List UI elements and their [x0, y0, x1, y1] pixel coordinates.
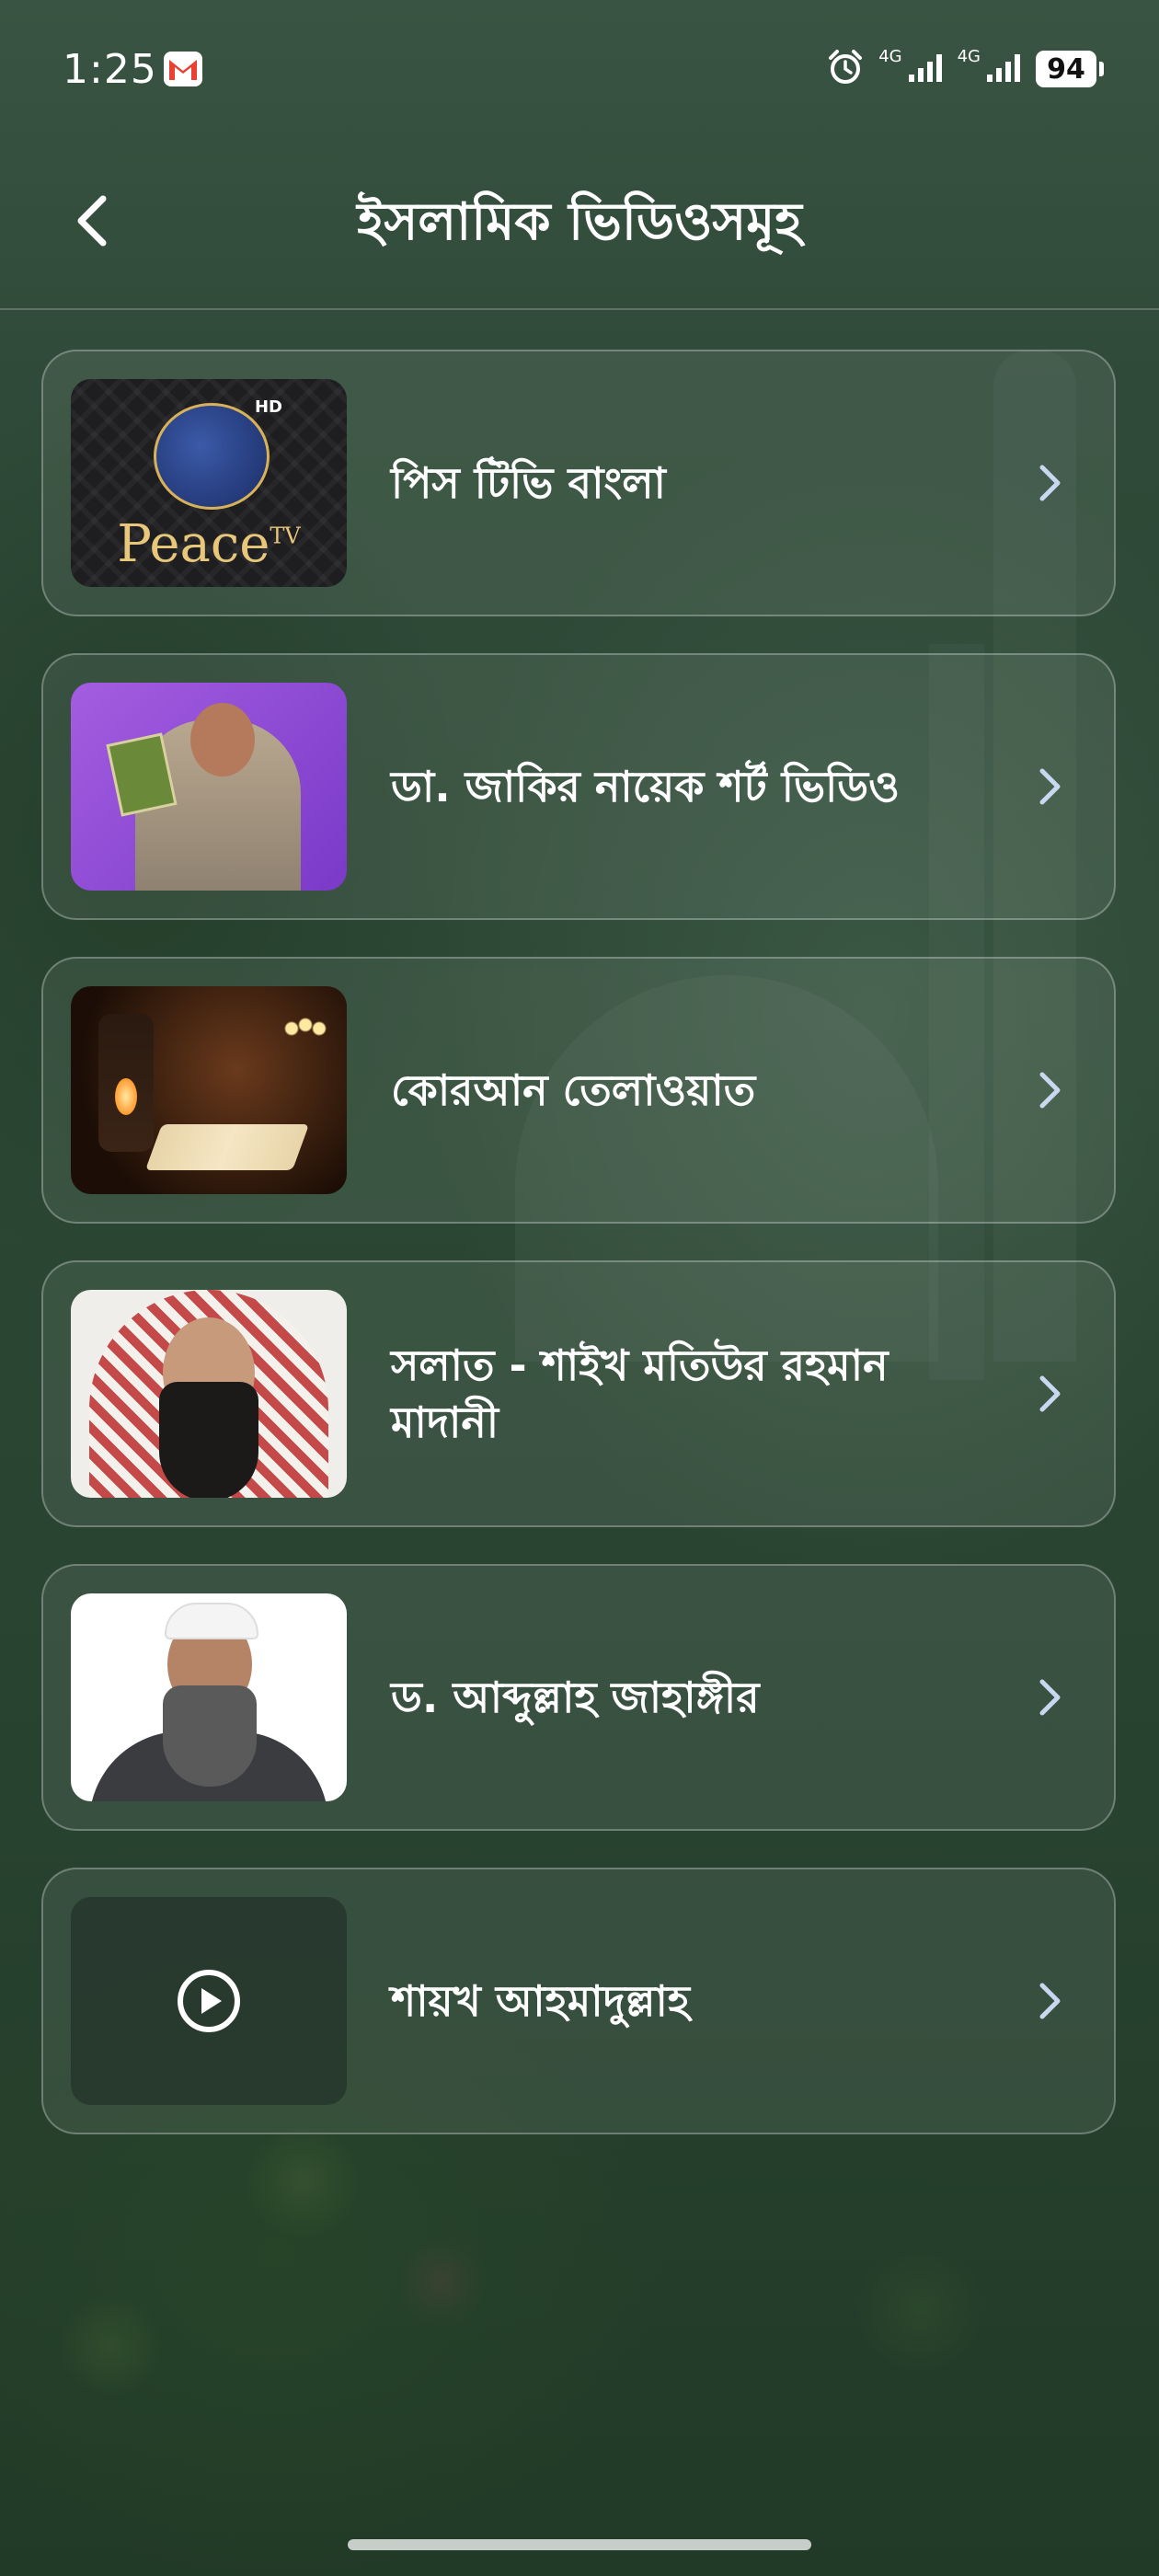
motiur-rahman-photo [71, 1290, 347, 1498]
list-item-label: শায়খ আহমাদুল্লাহ [391, 1976, 690, 2026]
chevron-right-icon [1039, 1679, 1061, 1716]
list-item-label: পিস টিভি বাংলা [391, 458, 666, 508]
list-item-ahmadullah[interactable]: শায়খ আহমাদুল্লাহ [41, 1868, 1116, 2134]
home-indicator[interactable] [348, 2539, 811, 2550]
list-item-salat-motiur-rahman[interactable]: সলাত - শাইখ মতিউর রহমান মাদানী [41, 1260, 1116, 1527]
chevron-right-icon [1039, 1983, 1061, 2019]
list-item-abdullah-jahangir[interactable]: ড. আব্দুল্লাহ জাহাঙ্গীর [41, 1564, 1116, 1831]
list-item-label: ডা. জাকির নায়েক শর্ট ভিডিও [391, 762, 901, 811]
globe-icon [154, 403, 270, 510]
network-type-1: 4G [878, 46, 902, 66]
play-icon [178, 1970, 240, 2032]
list-item-label: ড. আব্দুল্লাহ জাহাঙ্গীর [391, 1673, 760, 1722]
page-title: ইসলামিক ভিডিওসমূহ [357, 192, 802, 252]
abdullah-jahangir-photo [71, 1593, 347, 1801]
back-button[interactable] [55, 184, 129, 258]
back-arrow-icon [77, 195, 107, 247]
chevron-right-icon [1039, 465, 1061, 501]
battery-indicator: 94 [1036, 51, 1104, 87]
chevron-right-icon [1039, 1375, 1061, 1412]
app-header: ইসলামিক ভিডিওসমূহ [0, 147, 1159, 310]
peace-tv-logo: HD PeaceTV [71, 379, 347, 587]
list-item-label: কোরআন তেলাওয়াত [391, 1065, 756, 1115]
list-item-label: সলাত - শাইখ মতিউর রহমান মাদানী [391, 1340, 889, 1447]
status-time: 1:25 [63, 46, 157, 93]
signal-icon [986, 51, 1023, 87]
chevron-right-icon [1039, 768, 1061, 805]
chevron-right-icon [1039, 1072, 1061, 1109]
list-item-peace-tv[interactable]: HD PeaceTV পিস টিভি বাংলা [41, 350, 1116, 616]
gmail-icon [164, 52, 202, 86]
peace-tv-wordmark: PeaceTV [117, 514, 301, 574]
status-bar: 1:25 4G 4G 94 [0, 0, 1159, 147]
list-item-zakir-naik[interactable]: ডা. জাকির নায়েক শর্ট ভিডিও [41, 653, 1116, 920]
thumbnail-placeholder [71, 1897, 347, 2105]
quran-lantern-photo [71, 986, 347, 1194]
video-category-list: HD PeaceTV পিস টিভি বাংলা ডা. জাকির নায়… [41, 350, 1116, 2171]
hd-badge: HD [254, 397, 282, 417]
zakir-naik-photo [71, 683, 347, 891]
list-item-quran-recitation[interactable]: কোরআন তেলাওয়াত [41, 957, 1116, 1224]
signal-icon [908, 51, 945, 87]
status-indicators: 4G 4G 94 [825, 46, 1104, 92]
network-type-2: 4G [957, 46, 981, 66]
alarm-icon [825, 47, 866, 91]
